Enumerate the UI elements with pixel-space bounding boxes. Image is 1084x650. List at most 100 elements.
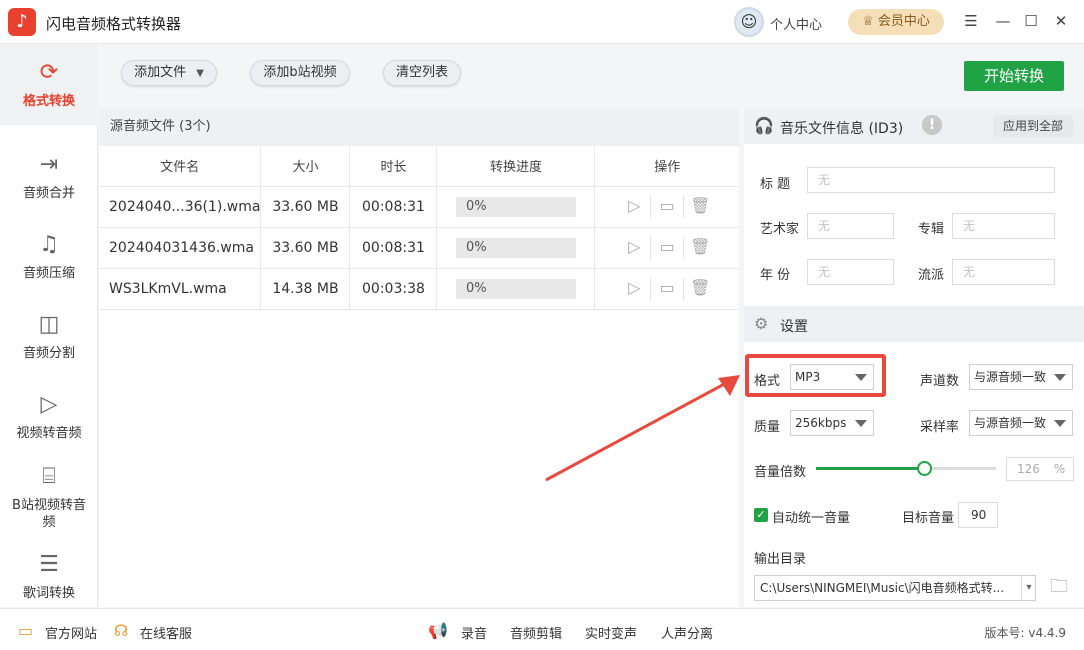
sidebar-item-lyrics-convert[interactable]: ☰ 歌词转换 [0,537,98,617]
gear-icon: ⚙ [754,314,769,333]
megaphone-icon: 📢 [428,621,448,640]
personal-center-link[interactable]: 个人中心 [770,14,822,33]
id3-year-label: 年 份 [760,268,791,283]
file-actions: ▷ ▭ 🗑 [594,268,739,310]
id3-genre-field[interactable]: 无 [952,259,1055,285]
file-size: 14.38 MB [260,268,351,310]
id3-artist-field[interactable]: 无 [807,213,894,239]
channels-select[interactable]: 与源音频一致 [969,364,1073,390]
target-volume-input[interactable]: 90 [958,502,998,528]
file-table: 文件名 大小 时长 转换进度 操作 2024040...36(1).wma 33… [99,146,739,310]
id3-genre-label: 流派 [918,268,945,283]
play-icon[interactable]: ▷ [623,236,645,258]
file-size: 33.60 MB [260,227,351,269]
sidebar-item-label: 歌词转换 [22,586,75,601]
clear-list-button[interactable]: 清空列表 [383,60,461,86]
chevron-down-icon[interactable]: ▼ [196,68,204,79]
vocal-separation-link[interactable]: 人声分离 [661,623,713,642]
volume-slider-fill [816,467,924,470]
close-icon[interactable]: ✕ [1052,12,1070,30]
maximize-icon[interactable]: ☐ [1022,12,1040,30]
sidebar-item-label: 音频分割 [22,346,75,361]
output-dir-label: 输出目录 [754,552,807,567]
app-title: 闪电音频格式转换器 [46,15,182,33]
volume-label: 音量倍数 [754,465,807,480]
volume-input[interactable]: 126 % [1006,457,1074,481]
file-name: WS3LKmVL.wma [99,268,262,310]
sidebar-item-video-to-audio[interactable]: ▷ 视频转音频 [0,377,98,457]
samplerate-label: 采样率 [920,420,960,435]
add-bilibili-button[interactable]: 添加b站视频 [250,60,350,86]
folder-icon[interactable]: ▭ [656,236,678,258]
volume-unit: % [1053,462,1066,476]
avatar[interactable]: ☺ [734,7,764,37]
quality-label: 质量 [754,420,781,435]
output-path-select[interactable]: C:\Users\NINGMEI\Music\闪电音频格式转... ▾ [754,575,1036,601]
menu-icon[interactable]: ☰ [962,12,980,30]
table-row[interactable]: 202404031436.wma 33.60 MB 00:08:31 0% ▷ ▭… [99,227,739,269]
play-icon[interactable]: ▷ [623,277,645,299]
column-header: 转换进度 [436,146,596,187]
id3-year-field[interactable]: 无 [807,259,894,285]
file-actions: ▷ ▭ 🗑 [594,227,739,269]
chevron-down-icon: ▾ [1021,576,1035,600]
version-label: 版本号: v4.4.9 [984,626,1067,640]
sidebar-item-label: B站视频转音频 [12,498,86,530]
target-volume-label: 目标音量 [902,511,955,526]
format-highlight-box [745,354,886,397]
column-header: 操作 [594,146,739,187]
quality-select[interactable]: 256kbps [790,410,874,436]
file-progress-cell: 0% [436,186,596,228]
add-file-button[interactable]: 添加文件 ▼ [121,60,217,86]
realtime-voice-link[interactable]: 实时变声 [585,623,637,642]
column-header: 大小 [260,146,351,187]
delete-icon[interactable]: 🗑 [689,195,711,217]
annotation-arrow [545,375,740,482]
add-file-label: 添加文件 [134,65,187,80]
sidebar-item-label: 音频压缩 [22,266,75,281]
sidebar-item-bilibili-to-audio[interactable]: ⌸ B站视频转音频 [0,449,98,541]
file-size: 33.60 MB [260,186,351,228]
record-link[interactable]: 录音 [461,623,487,642]
merge-icon: ⇥ [39,152,59,177]
browse-folder-icon[interactable]: 🗀 [1048,576,1070,598]
file-progress-cell: 0% [436,268,596,310]
online-support-link[interactable]: 在线客服 [140,623,192,642]
column-header: 文件名 [99,146,262,187]
vip-center-label: 会员中心 [877,14,930,29]
sidebar-item-audio-merge[interactable]: ⇥ 音频合并 [0,137,98,217]
vip-center-button[interactable]: ♕ 会员中心 [848,9,944,35]
title-bar: ♪ 闪电音频格式转换器 ☺ 个人中心 ♕ 会员中心 ☰ — ☐ ✕ [0,0,1084,44]
compress-icon: ♫ [39,232,59,257]
sidebar-item-audio-compress[interactable]: ♫ 音频压缩 [0,217,98,297]
file-duration: 00:08:31 [349,227,438,269]
samplerate-select[interactable]: 与源音频一致 [969,410,1073,436]
minimize-icon[interactable]: — [994,12,1012,30]
id3-album-field[interactable]: 无 [952,213,1055,239]
id3-title-field[interactable]: 无 [807,167,1055,193]
monitor-icon: ▭ [18,621,34,640]
official-website-link[interactable]: 官方网站 [45,623,97,642]
audio-edit-link[interactable]: 音频剪辑 [510,623,562,642]
id3-album-label: 专辑 [918,222,945,237]
sidebar-item-format-convert[interactable]: ⟳ 格式转换 [0,45,98,125]
start-convert-button[interactable]: 开始转换 [964,61,1064,91]
auto-volume-label: 自动统一音量 [772,511,851,526]
table-row[interactable]: WS3LKmVL.wma 14.38 MB 00:03:38 0% ▷ ▭ 🗑 [99,268,739,310]
sidebar-item-label: 音频合并 [22,186,75,201]
volume-slider[interactable] [816,461,996,476]
id3-section-header: 🎧 音乐文件信息 (ID3) ! 应用到全部 [744,108,1084,144]
delete-icon[interactable]: 🗑 [689,236,711,258]
delete-icon[interactable]: 🗑 [689,277,711,299]
table-row[interactable]: 2024040...36(1).wma 33.60 MB 00:08:31 0%… [99,186,739,228]
info-icon[interactable]: ! [922,115,942,135]
folder-icon[interactable]: ▭ [656,277,678,299]
sidebar-item-audio-split[interactable]: ◫ 音频分割 [0,297,98,377]
auto-volume-checkbox[interactable]: ✓ [754,508,768,522]
volume-value: 126 [1017,462,1040,476]
volume-slider-handle[interactable] [917,461,932,476]
play-icon[interactable]: ▷ [623,195,645,217]
folder-icon[interactable]: ▭ [656,195,678,217]
settings-title: 设置 [780,319,808,335]
apply-all-button[interactable]: 应用到全部 [993,115,1073,137]
